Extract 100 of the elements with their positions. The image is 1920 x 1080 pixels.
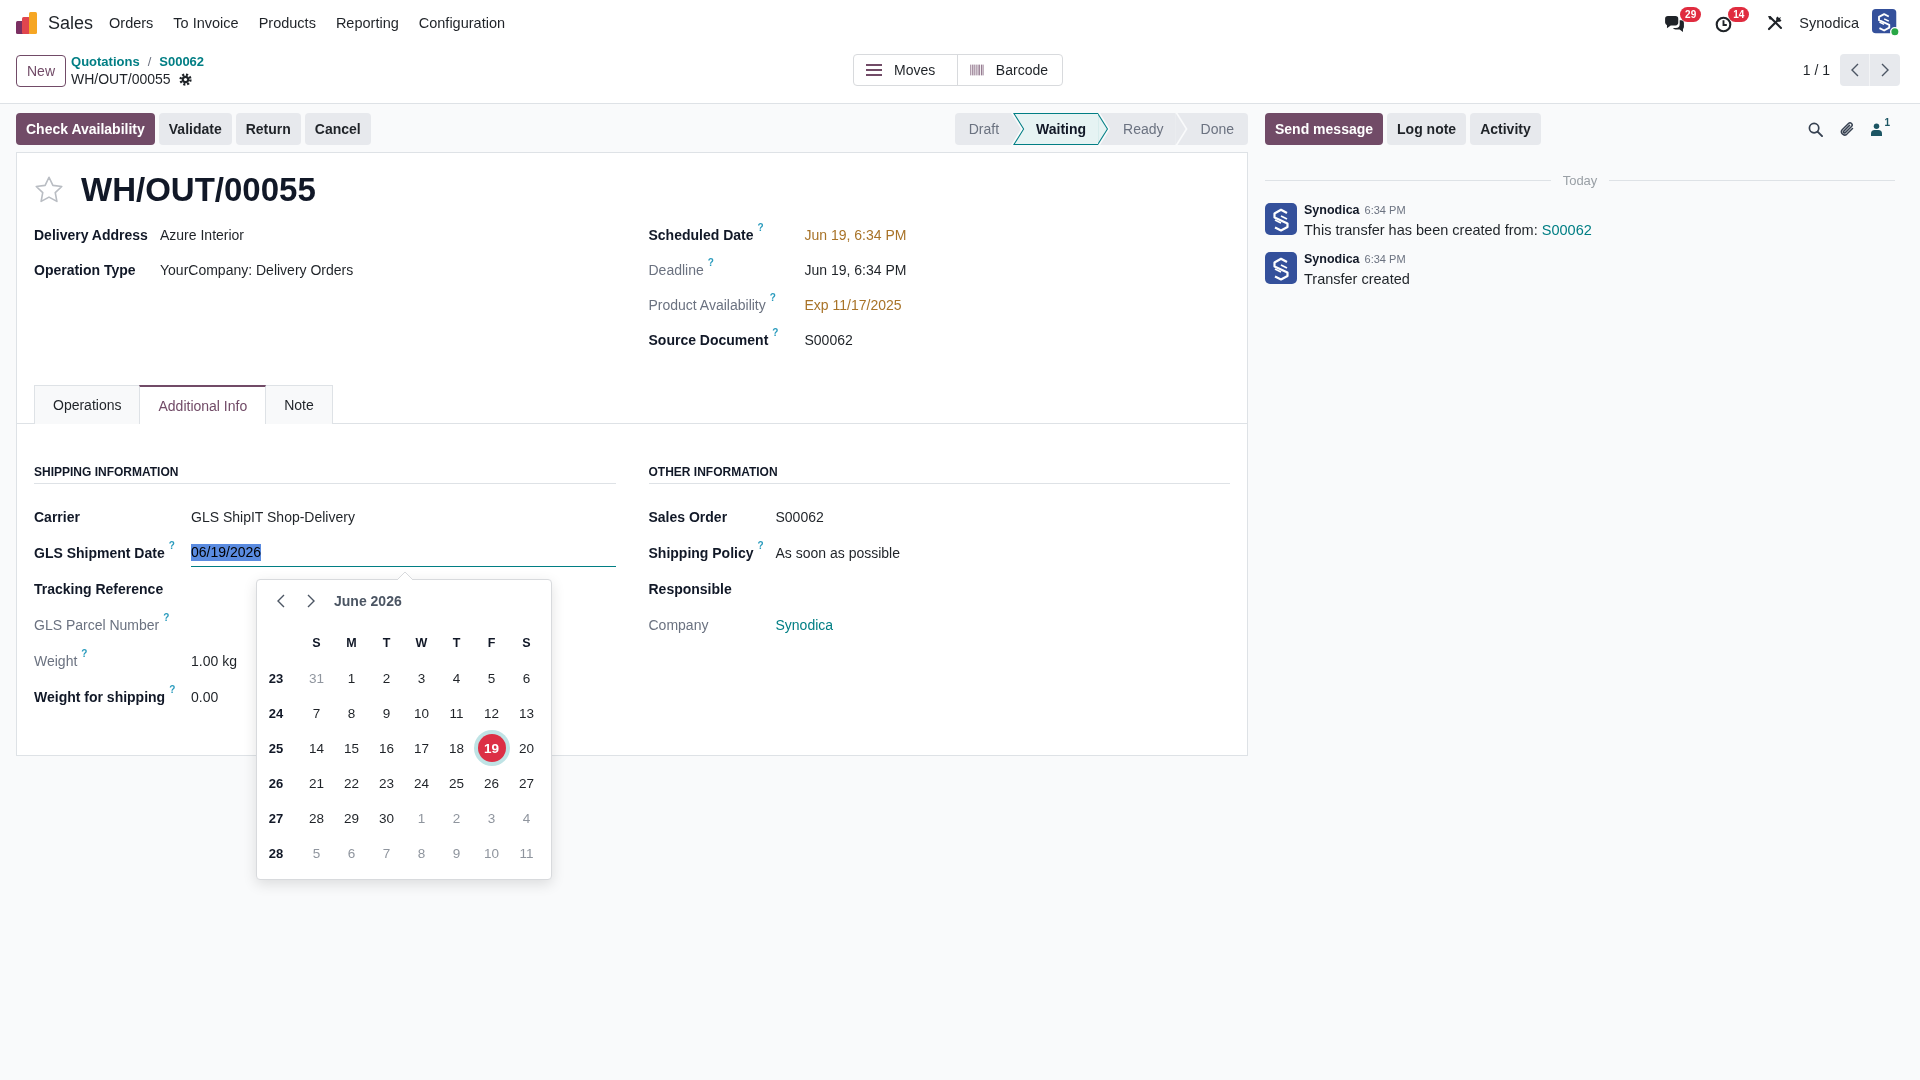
calendar-day[interactable]: 17	[407, 734, 436, 762]
search-icon[interactable]	[1808, 121, 1824, 137]
menu-item[interactable]: Orders	[99, 0, 164, 46]
field-label: Scheduled Date	[648, 225, 754, 244]
field-label: Carrier	[34, 508, 80, 526]
chevron-left-icon	[1850, 63, 1859, 77]
calendar-day[interactable]: 28	[302, 804, 331, 832]
calendar-day[interactable]: 8	[337, 699, 366, 727]
calendar-day[interactable]: 1	[337, 664, 366, 692]
calendar-day[interactable]: 2	[372, 664, 401, 692]
calendar-day[interactable]: 14	[302, 734, 331, 762]
calendar-day[interactable]: 30	[372, 804, 401, 832]
chevron-right-icon	[307, 593, 315, 608]
action-button[interactable]: Return	[235, 113, 301, 145]
follower-count[interactable]: 1	[1884, 117, 1890, 128]
menu-item[interactable]: Reporting	[325, 0, 409, 46]
status-step[interactable]: Draft	[954, 113, 1012, 145]
status-step[interactable]: Done	[1175, 113, 1248, 145]
action-button[interactable]: Validate	[158, 113, 232, 145]
chatter-button[interactable]: Activity	[1470, 113, 1541, 145]
field-value: As soon as possible	[775, 545, 901, 561]
calendar-day[interactable]: 18	[442, 734, 471, 762]
notebook-tab[interactable]: Note	[265, 385, 333, 424]
calendar-day[interactable]: 19	[477, 734, 506, 762]
list-icon	[866, 64, 882, 76]
calendar-day[interactable]: 22	[337, 769, 366, 797]
field-link[interactable]: Synodica	[775, 617, 834, 633]
menu-item[interactable]: To Invoice	[163, 0, 249, 46]
action-button[interactable]: Cancel	[304, 113, 371, 145]
company-name[interactable]: Synodica	[1799, 15, 1859, 31]
field-value: Jun 19, 6:34 PM	[804, 261, 907, 278]
field-value: Jun 19, 6:34 PM	[804, 226, 907, 243]
calendar-day[interactable]: 21	[302, 769, 331, 797]
field-label: Source Document	[648, 330, 769, 349]
status-step[interactable]: Waiting	[1011, 113, 1099, 145]
calendar-day[interactable]: 15	[337, 734, 366, 762]
app-name[interactable]: Sales	[48, 12, 94, 34]
breadcrumb-link[interactable]: Quotations	[71, 54, 140, 69]
calendar-day[interactable]: 27	[512, 769, 541, 797]
weekday-label: T	[452, 636, 461, 650]
breadcrumb-link[interactable]: S00062	[159, 54, 205, 69]
author-avatar-icon[interactable]	[1265, 252, 1297, 284]
calendar-day[interactable]: 7	[302, 699, 331, 727]
week-number: 24	[268, 705, 284, 721]
calendar-day[interactable]: 20	[512, 734, 541, 762]
month-year-button[interactable]: June 2026	[334, 592, 402, 609]
calendar-day[interactable]: 12	[477, 699, 506, 727]
calendar-day[interactable]: 23	[372, 769, 401, 797]
menu-item[interactable]: Products	[248, 0, 326, 46]
chatter-button[interactable]: Send message	[1265, 113, 1384, 145]
calendar-day[interactable]: 24	[407, 769, 436, 797]
star-icon[interactable]	[34, 175, 64, 205]
field-value: GLS ShipIT Shop-Delivery	[191, 509, 355, 525]
field-label: Tracking Reference	[34, 580, 164, 598]
user-avatar-icon[interactable]	[1872, 9, 1900, 37]
calendar-day[interactable]: 6	[512, 664, 541, 692]
status-step[interactable]: Ready	[1098, 113, 1176, 145]
calendar-day[interactable]: 9	[372, 699, 401, 727]
field-label: Responsible	[648, 580, 732, 598]
action-button[interactable]: Check Availability	[16, 113, 155, 145]
notebook-tab[interactable]: Additional Info	[139, 385, 267, 424]
message-time: 6:34 PM	[1364, 203, 1406, 217]
view-button[interactable]: Moves	[854, 55, 957, 85]
view-button[interactable]: Barcode	[957, 55, 1062, 85]
notebook-tab[interactable]: Operations	[34, 385, 141, 424]
date-input-field[interactable]: 06/19/2026	[191, 539, 616, 567]
paperclip-icon[interactable]	[1839, 121, 1856, 137]
chat-icon[interactable]	[1665, 16, 1685, 32]
record-title: WH/OUT/00055	[81, 170, 316, 210]
chatter-button[interactable]: Log note	[1387, 113, 1467, 145]
calendar-day[interactable]: 10	[407, 699, 436, 727]
calendar-day[interactable]: 25	[442, 769, 471, 797]
calendar-day[interactable]: 5	[477, 664, 506, 692]
calendar-day[interactable]: 26	[477, 769, 506, 797]
menu-item[interactable]: Configuration	[408, 0, 515, 46]
gear-icon[interactable]	[178, 72, 192, 86]
message-text: This transfer has been created from: S00062	[1304, 221, 1592, 239]
clock-icon[interactable]	[1715, 16, 1733, 33]
field-value: Azure Interior	[160, 226, 245, 243]
calendar-day[interactable]: 4	[442, 664, 471, 692]
field-label: Product Availability	[648, 295, 766, 314]
week-number: 26	[268, 775, 284, 791]
app-logo-icon[interactable]	[16, 12, 38, 34]
author-avatar-icon[interactable]	[1265, 203, 1297, 235]
calendar-day[interactable]: 13	[512, 699, 541, 727]
pager-value[interactable]: 1 / 1	[1802, 62, 1830, 78]
calendar-day[interactable]: 29	[337, 804, 366, 832]
calendar-day[interactable]: 11	[442, 699, 471, 727]
new-button[interactable]: New	[16, 54, 66, 87]
field-label: GLS Parcel Number	[34, 616, 160, 634]
tools-icon[interactable]	[1767, 15, 1784, 31]
week-number: 25	[268, 740, 284, 756]
record-link[interactable]: S00062	[1541, 222, 1592, 238]
weekday-label: T	[382, 636, 391, 650]
field-label: Weight	[34, 652, 78, 670]
person-icon[interactable]	[1871, 122, 1883, 136]
calendar-day[interactable]: 3	[407, 664, 436, 692]
week-number: 23	[268, 670, 284, 686]
calendar-day[interactable]: 16	[372, 734, 401, 762]
field-value: S00062	[804, 331, 853, 348]
